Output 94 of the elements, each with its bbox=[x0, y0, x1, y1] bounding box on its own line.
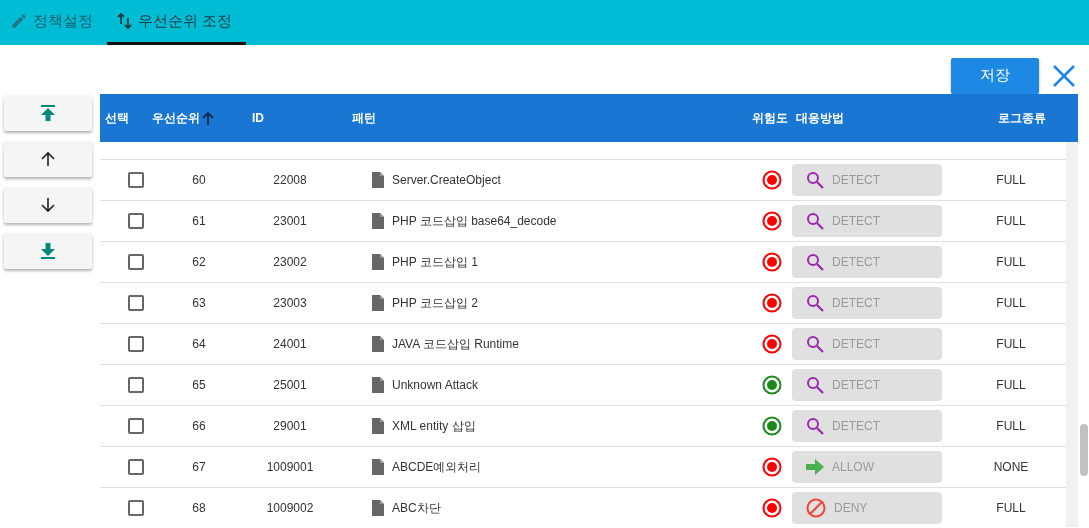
checkbox[interactable] bbox=[128, 172, 144, 188]
table-cell: 68 bbox=[192, 501, 206, 515]
action-button[interactable]: ALLOW bbox=[792, 451, 942, 483]
search-icon bbox=[806, 294, 824, 312]
action-button[interactable]: DETECT bbox=[792, 287, 942, 319]
checkbox[interactable] bbox=[128, 418, 144, 434]
block-icon bbox=[806, 498, 826, 518]
table-cell: 63 bbox=[192, 296, 206, 310]
search-icon bbox=[806, 376, 824, 394]
table-cell: FULL bbox=[996, 378, 1026, 392]
pattern-name: PHP 코드삽입 base64_decode bbox=[392, 212, 557, 230]
table-cell: 29001 bbox=[273, 419, 307, 433]
table-cell: 23003 bbox=[273, 296, 307, 310]
search-icon bbox=[806, 171, 824, 189]
column-header: 선택 bbox=[104, 109, 129, 127]
table-cell: FULL bbox=[996, 255, 1026, 269]
table-cell: 23002 bbox=[273, 255, 307, 269]
checkbox[interactable] bbox=[128, 500, 144, 516]
checkbox[interactable] bbox=[128, 295, 144, 311]
checkbox[interactable] bbox=[128, 254, 144, 270]
search-icon bbox=[806, 335, 824, 353]
action-button[interactable]: DETECT bbox=[792, 164, 942, 196]
search-icon bbox=[806, 417, 824, 435]
close-button[interactable] bbox=[1053, 64, 1075, 87]
file-icon bbox=[372, 500, 384, 516]
pencil-icon bbox=[10, 12, 28, 30]
pattern-name: Server.CreateObject bbox=[392, 173, 501, 187]
arrow-down-icon bbox=[40, 197, 56, 213]
table-cell: 66 bbox=[192, 419, 206, 433]
scrollbar-thumb[interactable] bbox=[1080, 424, 1088, 476]
search-icon bbox=[806, 253, 824, 271]
table-cell: FULL bbox=[996, 214, 1026, 228]
table-cell: 23001 bbox=[273, 214, 307, 228]
table-cell: 61 bbox=[192, 214, 206, 228]
table-cell: 1009002 bbox=[266, 501, 314, 515]
arrow-up-icon bbox=[40, 151, 56, 167]
file-icon bbox=[372, 295, 384, 311]
search-icon bbox=[806, 212, 824, 230]
pattern-name: JAVA 코드삽입 Runtime bbox=[392, 335, 519, 353]
table-cell: FULL bbox=[996, 419, 1026, 433]
checkbox[interactable] bbox=[128, 336, 144, 352]
save-button[interactable]: 저장 bbox=[951, 57, 1039, 94]
close-icon bbox=[1053, 64, 1075, 87]
table-cell: FULL bbox=[996, 173, 1026, 187]
column-header[interactable]: 우선순위 bbox=[152, 109, 214, 127]
action-button[interactable]: DETECT bbox=[792, 205, 942, 237]
action-button[interactable]: DENY bbox=[792, 492, 942, 524]
table-cell: 65 bbox=[192, 378, 206, 392]
tab[interactable]: 우선순위 조정 bbox=[107, 0, 247, 45]
table-cell: 64 bbox=[192, 337, 206, 351]
file-icon bbox=[372, 459, 384, 475]
file-icon bbox=[372, 172, 384, 188]
table-cell: 60 bbox=[192, 173, 206, 187]
table-cell: FULL bbox=[996, 501, 1026, 515]
column-header: 로그종류 bbox=[998, 109, 1046, 127]
checkbox[interactable] bbox=[128, 377, 144, 393]
move-to-top-icon bbox=[41, 105, 55, 121]
checkbox[interactable] bbox=[128, 213, 144, 229]
action-button[interactable]: DETECT bbox=[792, 328, 942, 360]
table-cell: NONE bbox=[993, 460, 1029, 474]
table-cell: 22008 bbox=[273, 173, 307, 187]
pattern-name: XML entity 삽입 bbox=[392, 417, 476, 435]
table-cell: 67 bbox=[192, 460, 206, 474]
move-button[interactable] bbox=[4, 233, 92, 269]
sort-ascending-icon bbox=[202, 111, 214, 125]
column-header: 패턴 bbox=[352, 109, 376, 127]
column-header: 위험도 bbox=[752, 109, 788, 127]
table-cell: 1009001 bbox=[266, 460, 314, 474]
file-icon bbox=[372, 254, 384, 270]
tab[interactable]: 정책설정 bbox=[0, 0, 107, 45]
file-icon bbox=[372, 336, 384, 352]
file-icon bbox=[372, 213, 384, 229]
table-cell: 25001 bbox=[273, 378, 307, 392]
pattern-name: Unknown Attack bbox=[392, 378, 479, 392]
checkbox[interactable] bbox=[128, 459, 144, 475]
pattern-name: PHP 코드삽입 2 bbox=[392, 294, 478, 312]
table-cell: 24001 bbox=[273, 337, 307, 351]
pattern-name: ABC차단 bbox=[392, 499, 441, 517]
table-cell: FULL bbox=[996, 296, 1026, 310]
column-header: 대응방법 bbox=[796, 109, 844, 127]
table-cell: FULL bbox=[996, 337, 1026, 351]
table-cell: 62 bbox=[192, 255, 206, 269]
action-button[interactable]: DETECT bbox=[792, 410, 942, 442]
pattern-name: PHP 코드삽입 1 bbox=[392, 253, 478, 271]
sort-arrows-icon bbox=[117, 12, 133, 30]
move-button[interactable] bbox=[4, 95, 92, 131]
file-icon bbox=[372, 377, 384, 393]
file-icon bbox=[372, 418, 384, 434]
action-button[interactable]: DETECT bbox=[792, 369, 942, 401]
pattern-name: ABCDE예외처리 bbox=[392, 458, 482, 476]
move-to-bottom-icon bbox=[41, 243, 55, 259]
column-header: ID bbox=[252, 111, 264, 125]
action-button[interactable]: DETECT bbox=[792, 246, 942, 278]
arrow-right-icon bbox=[806, 459, 824, 475]
